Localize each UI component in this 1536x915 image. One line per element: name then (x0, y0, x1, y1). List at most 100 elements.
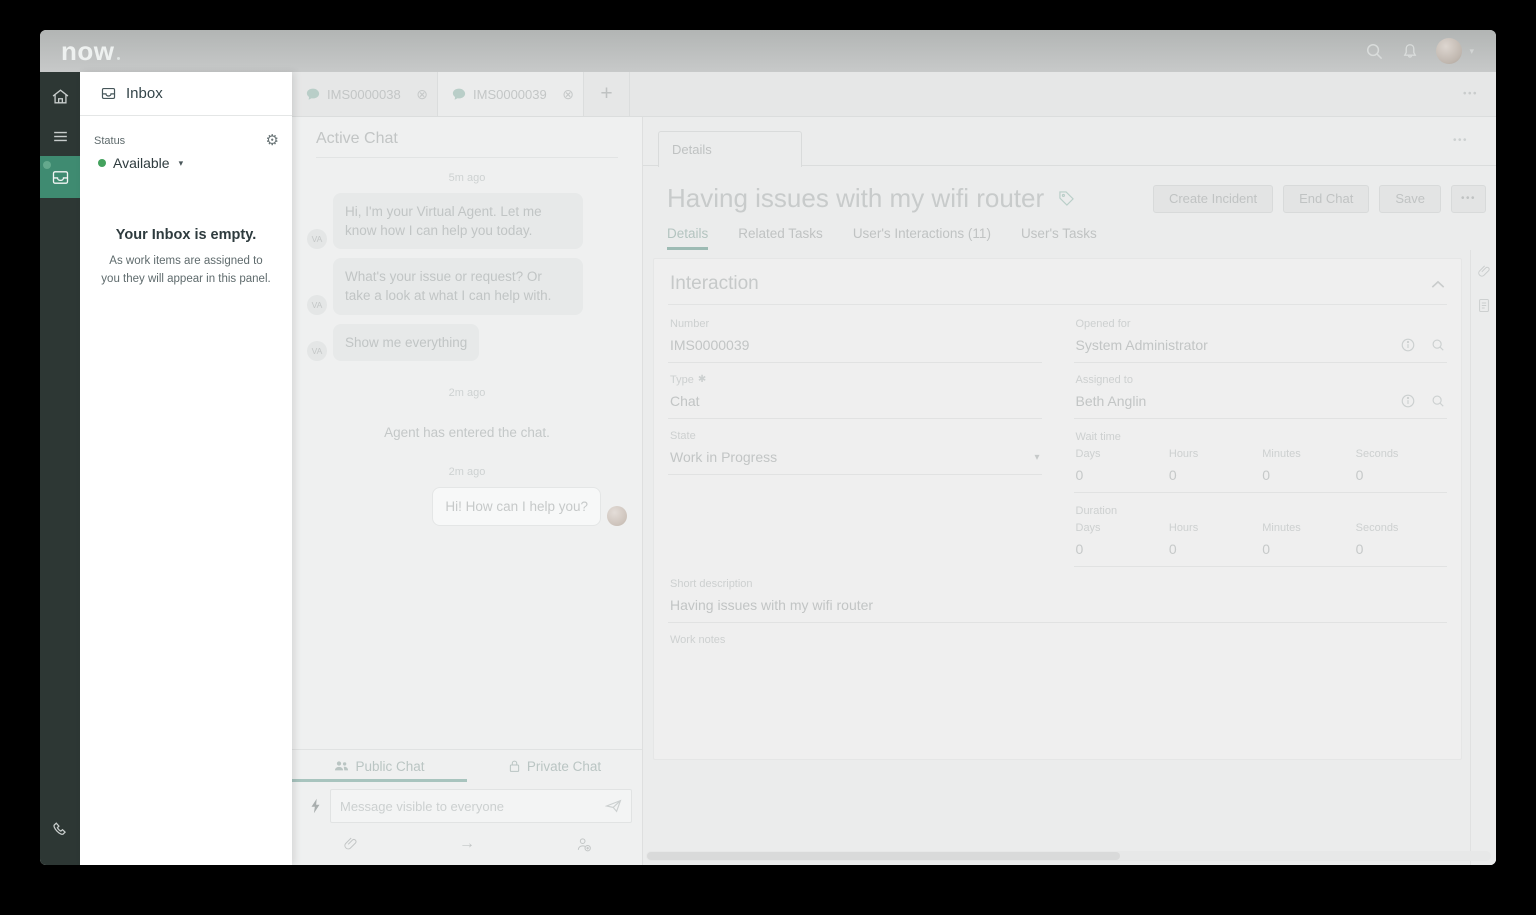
field-label: Work notes (670, 634, 726, 646)
availability-dropdown[interactable]: Available ▾ (98, 155, 278, 171)
nav-inbox-button[interactable] (40, 156, 80, 198)
inbox-panel-header: Inbox (80, 72, 292, 116)
time-column-label: Minutes (1262, 522, 1301, 534)
opened-for-field[interactable]: System Administrator (1073, 335, 1447, 363)
chat-actions-bar: → (292, 823, 642, 865)
time-column-label: Minutes (1262, 448, 1301, 460)
time-value: 0 (1168, 541, 1177, 557)
close-tab-icon[interactable]: ⊗ (562, 86, 574, 103)
type-field[interactable]: Chat (668, 391, 1042, 419)
notifications-bell-icon[interactable] (1401, 42, 1419, 61)
tag-icon[interactable] (1058, 190, 1075, 207)
available-status-dot (98, 159, 106, 167)
short-description-field[interactable]: Having issues with my wifi router (668, 595, 1447, 623)
time-value: 0 (1262, 467, 1271, 483)
sub-tab-details[interactable]: Details (667, 226, 708, 250)
sub-tab-related-tasks[interactable]: Related Tasks (738, 226, 823, 250)
main-content: IMS0000038 ⊗ IMS0000039 ⊗ + ••• Active C… (292, 72, 1496, 865)
new-tab-button[interactable]: + (584, 72, 630, 116)
preview-record-info-icon[interactable] (1401, 338, 1415, 352)
tab-strip-more-icon[interactable]: ••• (1463, 89, 1478, 100)
workspace-tab-ims0000038[interactable]: IMS0000038 ⊗ (292, 72, 438, 116)
escalate-arrow-icon[interactable]: → (409, 835, 526, 853)
field-label: Short description (670, 578, 753, 590)
record-sub-tabs: Details Related Tasks User's Interaction… (643, 214, 1496, 250)
attach-file-paperclip-icon[interactable] (292, 836, 409, 852)
collapse-section-chevron-up-icon[interactable] (1431, 280, 1445, 289)
status-label: Status (94, 134, 126, 147)
inbox-empty-title: Your Inbox is empty. (115, 227, 257, 243)
people-icon (334, 760, 349, 772)
wait-time-group-label: Wait time (1075, 431, 1121, 443)
availability-value: Available (113, 155, 170, 171)
field-label: Opened for (1075, 318, 1131, 330)
chat-message: Show me everything (333, 323, 480, 361)
duration-group-label: Duration (1075, 505, 1118, 517)
servicenow-logo: now (61, 36, 120, 67)
nav-phone-button[interactable] (40, 810, 80, 850)
chat-mode-tabs: Public Chat Private Chat (292, 749, 642, 782)
end-chat-button[interactable]: End Chat (1283, 184, 1370, 213)
quick-actions-lightning-icon[interactable] (302, 798, 328, 814)
inbox-empty-description: As work items are assigned to you they w… (101, 255, 271, 286)
global-search-icon[interactable] (1365, 42, 1384, 61)
time-value: 0 (1355, 541, 1364, 557)
state-select[interactable]: Work in Progress ▾ (668, 447, 1042, 475)
number-field[interactable]: IMS0000039 (668, 335, 1042, 363)
nav-home-button[interactable] (40, 76, 80, 116)
time-column-label: Seconds (1355, 448, 1399, 460)
chat-bubble-icon (452, 88, 466, 101)
reference-lookup-search-icon[interactable] (1431, 394, 1445, 408)
details-more-icon[interactable]: ••• (1453, 135, 1468, 146)
send-message-icon[interactable] (605, 799, 622, 813)
sub-tab-users-interactions[interactable]: User's Interactions (11) (853, 226, 991, 250)
record-more-actions-button[interactable]: ••• (1450, 184, 1486, 213)
inbox-empty-state: Your Inbox is empty. As work items are a… (80, 227, 292, 289)
time-value: 0 (1355, 467, 1364, 483)
horizontal-scrollbar[interactable] (646, 851, 1491, 861)
agent-avatar (607, 505, 627, 526)
virtual-agent-avatar: VA (307, 340, 327, 361)
nav-list-button[interactable] (40, 116, 80, 156)
workspace-tab-strip: IMS0000038 ⊗ IMS0000039 ⊗ + ••• (292, 72, 1496, 117)
work-notes-field[interactable] (668, 651, 1447, 741)
private-chat-tab[interactable]: Private Chat (467, 750, 642, 782)
details-panel-tab[interactable]: Details (658, 131, 802, 167)
inbox-panel-title: Inbox (126, 85, 163, 102)
reference-lookup-search-icon[interactable] (1431, 338, 1445, 352)
top-header-bar: now ▾ (40, 30, 1496, 72)
user-menu-caret-icon[interactable]: ▾ (1469, 46, 1474, 57)
contextual-side-rail (1470, 250, 1496, 865)
workspace-tab-ims0000039[interactable]: IMS0000039 ⊗ (438, 72, 584, 116)
app-window: now ▾ Inbox Status ⚙ Available ▾ Your In… (40, 30, 1496, 865)
inbox-settings-gear-icon[interactable]: ⚙ (266, 133, 279, 148)
wait-time-values[interactable]: 0 0 0 0 (1073, 465, 1447, 493)
field-value: IMS0000039 (670, 337, 750, 353)
preview-record-info-icon[interactable] (1401, 394, 1415, 408)
public-chat-tab[interactable]: Public Chat (292, 750, 467, 782)
save-button[interactable]: Save (1379, 184, 1441, 213)
user-avatar[interactable] (1436, 38, 1463, 64)
virtual-agent-avatar: VA (307, 294, 327, 315)
inbox-panel: Inbox Status ⚙ Available ▾ Your Inbox is… (80, 72, 292, 865)
time-column-label: Seconds (1355, 522, 1399, 534)
create-incident-button[interactable]: Create Incident (1152, 184, 1274, 213)
chat-message-input[interactable] (340, 798, 605, 814)
add-participant-icon[interactable] (525, 837, 642, 852)
field-label: Assigned to (1075, 374, 1133, 386)
time-column-label: Hours (1168, 448, 1199, 460)
chat-panel: Active Chat 5m ago VA Hi, I'm your Virtu… (292, 117, 643, 865)
chat-message-list: 5m ago VA Hi, I'm your Virtual Agent. Le… (292, 158, 642, 749)
sub-tab-users-tasks[interactable]: User's Tasks (1021, 226, 1097, 250)
scrollbar-thumb[interactable] (647, 852, 1121, 860)
close-tab-icon[interactable]: ⊗ (416, 86, 428, 103)
time-value: 0 (1262, 541, 1271, 557)
chevron-down-icon: ▾ (178, 157, 184, 168)
details-tab-row: Details ••• (643, 117, 1496, 167)
field-value: Chat (670, 393, 700, 409)
virtual-agent-avatar: VA (307, 229, 327, 250)
duration-values[interactable]: 0 0 0 0 (1073, 539, 1447, 567)
assigned-to-field[interactable]: Beth Anglin (1073, 391, 1447, 419)
notes-document-icon[interactable] (1477, 298, 1491, 313)
attachments-paperclip-icon[interactable] (1477, 264, 1491, 279)
